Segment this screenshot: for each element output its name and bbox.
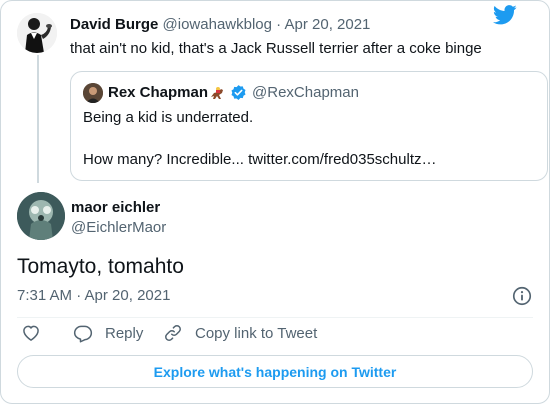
copy-link-button[interactable]: Copy link to Tweet bbox=[163, 323, 317, 343]
reply-label: Reply bbox=[105, 324, 144, 342]
quoted-author-name: Rex Chapman bbox=[108, 84, 209, 101]
main-handle[interactable]: @EichlerMaor bbox=[71, 219, 166, 236]
reply-button[interactable]: Reply bbox=[73, 323, 143, 343]
parent-handle[interactable]: @iowahawkblog bbox=[163, 16, 272, 33]
parent-avatar[interactable] bbox=[17, 13, 57, 53]
parent-author-name[interactable]: David Burge bbox=[70, 16, 158, 33]
divider bbox=[17, 317, 533, 318]
parent-date[interactable]: Apr 20, 2021 bbox=[285, 16, 371, 33]
heart-icon bbox=[23, 325, 39, 341]
reply-icon bbox=[73, 325, 93, 343]
main-tweet-text: Tomayto, tomahto bbox=[17, 255, 184, 278]
link-icon bbox=[165, 325, 181, 341]
main-author-name[interactable]: maor eichler bbox=[71, 199, 160, 216]
explore-button[interactable]: Explore what's happening on Twitter bbox=[17, 355, 533, 388]
quoted-text-line2: How many? Incredible... twitter.com/fred… bbox=[83, 151, 437, 168]
tweet-embed-card: David Burge @iowahawkblog · Apr 20, 2021… bbox=[0, 0, 550, 404]
parent-separator: · bbox=[276, 16, 282, 33]
quoted-avatar bbox=[83, 83, 103, 103]
info-icon[interactable] bbox=[511, 285, 533, 307]
main-timestamp[interactable]: 7:31 AM · Apr 20, 2021 bbox=[17, 287, 170, 304]
parent-tweet-text: that ain't no kid, that's a Jack Russell… bbox=[70, 40, 482, 57]
verified-badge-icon bbox=[230, 84, 247, 101]
quoted-handle: @RexChapman bbox=[252, 84, 359, 101]
quoted-tweet[interactable]: Rex Chapman @RexChapman Being a kid is u… bbox=[70, 71, 548, 181]
horse-racing-emoji-icon bbox=[209, 85, 226, 101]
parent-tweet[interactable]: David Burge @iowahawkblog · Apr 20, 2021… bbox=[17, 13, 548, 183]
twitter-bird-icon[interactable] bbox=[493, 5, 517, 25]
like-button[interactable] bbox=[21, 323, 53, 343]
thread-line bbox=[37, 55, 39, 183]
main-avatar[interactable] bbox=[17, 192, 65, 240]
quoted-header: Rex Chapman @RexChapman bbox=[108, 84, 359, 101]
parent-header: David Burge @iowahawkblog · Apr 20, 2021 bbox=[70, 16, 370, 33]
copy-link-label: Copy link to Tweet bbox=[195, 324, 318, 342]
quoted-text-line1: Being a kid is underrated. bbox=[83, 109, 254, 126]
